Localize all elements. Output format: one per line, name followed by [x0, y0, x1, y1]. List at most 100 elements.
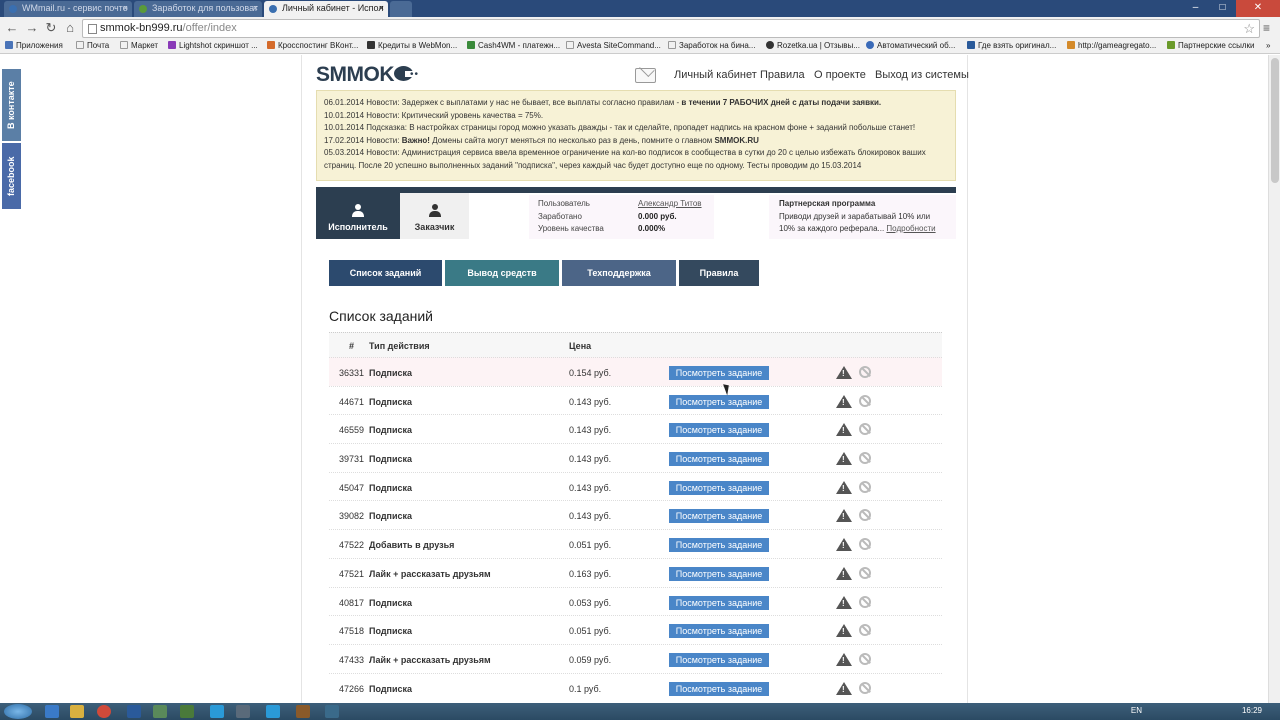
partner-details-link[interactable]: Подробности	[886, 224, 935, 233]
bookmark-item[interactable]: Маркет	[120, 41, 158, 50]
role-executor-tab[interactable]: Исполнитель	[316, 193, 400, 239]
view-task-button[interactable]: Посмотреть задание	[669, 366, 769, 380]
maximize-icon[interactable]: □	[1209, 0, 1236, 17]
view-task-button[interactable]: Посмотреть задание	[669, 423, 769, 438]
view-task-button[interactable]: Посмотреть задание	[669, 566, 769, 581]
browser-menu-icon[interactable]: ≡	[1263, 21, 1277, 35]
language-indicator[interactable]: EN	[1131, 706, 1142, 715]
nav-cabinet[interactable]: Личный кабинет	[674, 69, 757, 81]
block-icon[interactable]	[859, 452, 871, 465]
view-task-button[interactable]: Посмотреть задание	[669, 652, 769, 667]
scrollbar-thumb[interactable]	[1271, 58, 1279, 183]
back-icon[interactable]: ←	[4, 20, 20, 36]
bookmark-item[interactable]: Кросспостинг ВКонт...	[267, 41, 358, 50]
nav-logout[interactable]: Выход из системы	[875, 69, 969, 81]
warning-icon[interactable]	[836, 452, 852, 466]
warning-icon[interactable]	[836, 624, 852, 638]
warning-icon[interactable]	[836, 366, 852, 379]
bookmark-item[interactable]: Партнерские ссылки	[1167, 41, 1254, 50]
close-tab-icon[interactable]: ×	[253, 3, 258, 13]
bookmark-item[interactable]: Почта	[76, 41, 109, 50]
bookmark-item[interactable]: Где взять оригинал...	[967, 41, 1056, 50]
view-task-button[interactable]: Посмотреть задание	[669, 681, 769, 696]
clock[interactable]: 16:29	[1242, 706, 1262, 715]
vk-share-button[interactable]: В контакте	[2, 69, 21, 141]
minimize-icon[interactable]: –	[1182, 0, 1209, 17]
warning-icon[interactable]	[836, 538, 852, 552]
view-task-button[interactable]: Посмотреть задание	[669, 452, 769, 467]
warning-icon[interactable]	[836, 394, 852, 408]
ie-icon[interactable]	[45, 705, 59, 718]
bookmark-item[interactable]: Кредиты в WebMon...	[367, 41, 457, 50]
browser-tab[interactable]: Заработок для пользоват ×	[134, 1, 262, 17]
bookmark-item[interactable]: Avesta SiteCommand...	[566, 41, 661, 50]
skype-icon[interactable]	[266, 705, 280, 718]
mail-icon[interactable]	[635, 68, 656, 83]
view-task-button[interactable]: Посмотреть задание	[669, 394, 769, 409]
browser-tab[interactable]: WMmail.ru - сервис почто ×	[4, 1, 132, 17]
bookmark-item[interactable]: Приложения	[5, 41, 63, 50]
warning-icon[interactable]	[836, 566, 852, 580]
block-icon[interactable]	[859, 624, 871, 637]
warning-icon[interactable]	[836, 595, 852, 609]
role-customer-tab[interactable]: Заказчик	[400, 193, 469, 239]
start-button[interactable]	[4, 704, 32, 719]
warning-icon[interactable]	[836, 652, 852, 666]
user-name-link[interactable]: Александр Титов	[638, 198, 702, 211]
close-tab-icon[interactable]: ×	[123, 3, 128, 13]
app-icon[interactable]	[153, 705, 167, 718]
explorer-icon[interactable]	[70, 705, 84, 718]
menu-task-list-button[interactable]: Список заданий	[329, 260, 442, 286]
bookmark-item[interactable]: Lightshot скриншот ...	[168, 41, 258, 50]
app-icon[interactable]	[236, 705, 250, 718]
block-icon[interactable]	[859, 423, 871, 436]
new-tab-button[interactable]	[390, 1, 412, 17]
forward-icon[interactable]: →	[24, 20, 40, 36]
menu-rules-button[interactable]: Правила	[679, 260, 759, 286]
address-bar[interactable]: smmok-bn999.ru/offer/index ☆	[82, 19, 1260, 38]
bookmark-item[interactable]: Cash4WM - платежн...	[467, 41, 560, 50]
skype-icon[interactable]	[210, 705, 224, 718]
view-task-button[interactable]: Посмотреть задание	[669, 509, 769, 524]
facebook-share-button[interactable]: facebook	[2, 143, 21, 209]
bookmark-item[interactable]: Автоматический об...	[866, 41, 955, 50]
block-icon[interactable]	[859, 509, 871, 522]
menu-withdraw-button[interactable]: Вывод средств	[445, 260, 559, 286]
app-icon[interactable]	[127, 705, 141, 718]
bookmark-star-icon[interactable]: ☆	[1243, 21, 1255, 37]
reload-icon[interactable]: ↻	[43, 20, 59, 36]
block-icon[interactable]	[859, 538, 871, 551]
bookmark-item[interactable]: http://gameagregato...	[1067, 41, 1156, 50]
menu-support-button[interactable]: Техподдержка	[562, 260, 676, 286]
block-icon[interactable]	[859, 652, 871, 665]
close-tab-icon[interactable]: ×	[379, 3, 384, 13]
bookmark-item[interactable]: Rozetka.ua | Отзывы...	[766, 41, 860, 50]
warning-icon[interactable]	[836, 681, 852, 695]
site-logo[interactable]: SMMOK	[316, 63, 395, 87]
view-task-button[interactable]: Посмотреть задание	[669, 624, 769, 639]
page-scrollbar[interactable]	[1268, 55, 1280, 703]
block-icon[interactable]	[859, 366, 871, 378]
chrome-icon[interactable]	[97, 705, 111, 718]
warning-icon[interactable]	[836, 423, 852, 437]
warning-icon[interactable]	[836, 509, 852, 523]
block-icon[interactable]	[859, 681, 871, 694]
bookmarks-overflow-icon[interactable]: »	[1266, 41, 1270, 50]
app-icon[interactable]	[296, 705, 310, 718]
nav-about[interactable]: О проекте	[814, 69, 866, 81]
view-task-button[interactable]: Посмотреть задание	[669, 538, 769, 553]
nav-rules[interactable]: Правила	[760, 69, 805, 81]
home-icon[interactable]: ⌂	[62, 20, 78, 36]
block-icon[interactable]	[859, 566, 871, 579]
view-task-button[interactable]: Посмотреть задание	[669, 480, 769, 495]
block-icon[interactable]	[859, 394, 871, 407]
close-window-icon[interactable]: ✕	[1236, 0, 1280, 17]
block-icon[interactable]	[859, 595, 871, 608]
app-icon[interactable]	[325, 705, 339, 718]
block-icon[interactable]	[859, 480, 871, 493]
bookmark-item[interactable]: Заработок на бина...	[668, 41, 755, 50]
view-task-button[interactable]: Посмотреть задание	[669, 595, 769, 610]
app-icon[interactable]	[180, 705, 194, 718]
browser-tab-active[interactable]: Личный кабинет - Испол ×	[264, 1, 388, 17]
warning-icon[interactable]	[836, 480, 852, 494]
